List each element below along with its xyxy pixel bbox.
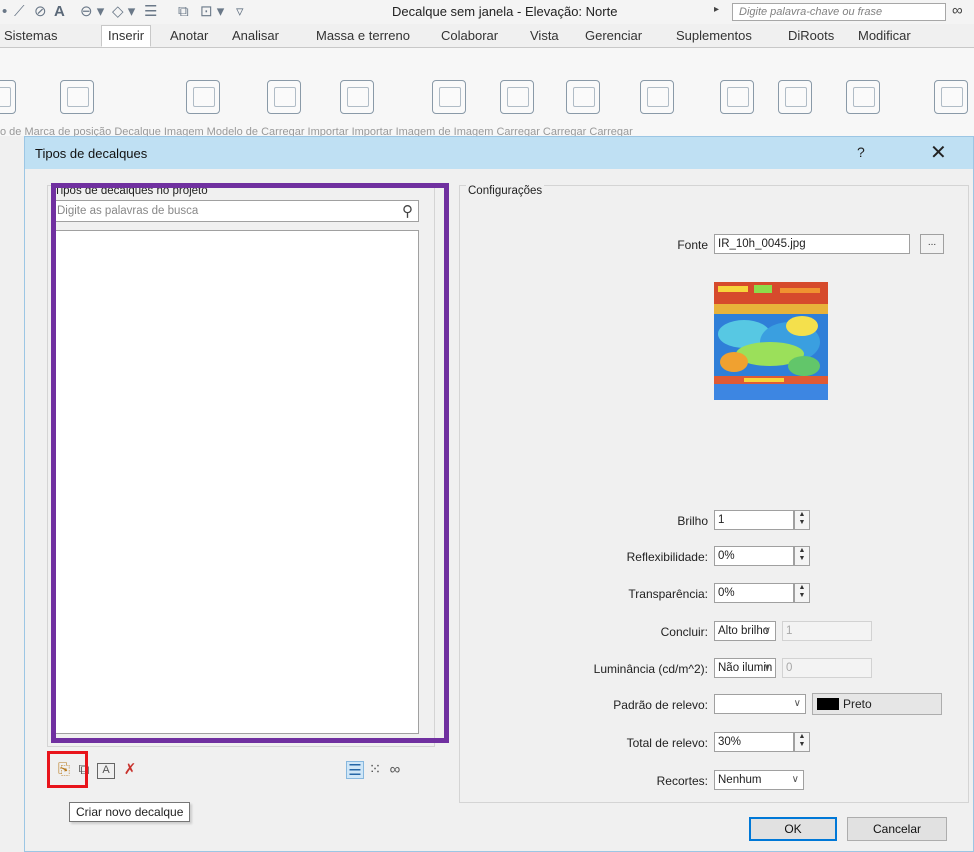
bump-amount-spinner[interactable]: ▲ ▼: [794, 732, 810, 752]
image-icon[interactable]: [267, 80, 301, 114]
finish-number-field: 1: [782, 621, 872, 641]
decal-icon[interactable]: [186, 80, 220, 114]
brightness-field[interactable]: 1: [714, 510, 794, 530]
luminance-label: Luminância (cd/m^2):: [593, 662, 708, 676]
cancel-button[interactable]: Cancelar: [847, 817, 947, 841]
finish-label: Concluir:: [660, 625, 708, 639]
transparency-spinner[interactable]: ▲ ▼: [794, 583, 810, 603]
tab-anotar[interactable]: Anotar: [170, 26, 208, 46]
tab-suplementos[interactable]: Suplementos: [676, 26, 752, 46]
luminance-select[interactable]: Não ilumin ∨: [714, 658, 776, 678]
source-label: Fonte: [677, 238, 708, 252]
browse-button[interactable]: ...: [920, 234, 944, 254]
tab-inserir[interactable]: Inserir: [101, 25, 152, 47]
decal-types-dialog: Tipos de decalques ? ✕ Tipos de decalque…: [24, 136, 974, 852]
list-view-icon[interactable]: ☰: [346, 761, 364, 779]
ribbon-tool-icon[interactable]: [0, 80, 16, 114]
chevron-down-icon: ∨: [763, 662, 771, 673]
color-swatch: [817, 698, 839, 710]
source-field[interactable]: IR_10h_0045.jpg: [714, 234, 910, 254]
switch-windows-icon[interactable]: ⊡ ▾: [200, 3, 224, 21]
bump-pattern-select[interactable]: ∨: [714, 694, 806, 714]
help-search-placeholder: Digite palavra-chave ou frase: [739, 6, 883, 18]
decal-placement-icon[interactable]: [60, 80, 94, 114]
help-button[interactable]: ?: [857, 144, 865, 160]
bump-amount-field[interactable]: 30%: [714, 732, 794, 752]
bump-pattern-label: Padrão de relevo:: [613, 698, 708, 712]
tab-gerenciar[interactable]: Gerenciar: [585, 26, 642, 46]
highlight-frame-purple: [51, 183, 449, 743]
brightness-label: Brilho: [677, 514, 708, 528]
small-icons-view-icon[interactable]: ⁙: [366, 761, 384, 779]
tab-sistemas[interactable]: Sistemas: [4, 26, 57, 46]
tab-vista[interactable]: Vista: [530, 26, 559, 46]
bump-amount-label: Total de relevo:: [626, 736, 708, 750]
import-pdf-icon[interactable]: [640, 80, 674, 114]
bump-color-name: Preto: [843, 697, 872, 711]
new-decal-tooltip: Criar novo decalque: [69, 802, 191, 822]
manage-images-icon[interactable]: [778, 80, 812, 114]
tab-colaborar[interactable]: Colaborar: [441, 26, 498, 46]
finish-value: Alto brilho: [718, 625, 770, 637]
load-as-group-icon[interactable]: [846, 80, 880, 114]
model-in-place-icon[interactable]: [340, 80, 374, 114]
search-expand-icon[interactable]: ▸: [714, 4, 719, 15]
3d-view-icon[interactable]: ⊖ ▾: [80, 3, 104, 21]
delete-icon[interactable]: ✗: [121, 761, 139, 779]
reflectivity-field[interactable]: 0%: [714, 546, 794, 566]
luminance-number-field: 0: [782, 658, 872, 678]
highlight-frame-red: [47, 751, 88, 788]
tab-modificar[interactable]: Modificar: [858, 26, 911, 46]
document-title: Decalque sem janela - Elevação: Norte: [392, 4, 618, 19]
tab-analisar[interactable]: Analisar: [232, 26, 279, 46]
bump-color-button[interactable]: Preto: [812, 693, 942, 715]
text-icon[interactable]: A: [54, 3, 65, 21]
settings-caption: Configurações: [466, 185, 545, 197]
ribbon-panel: o de Marca de posição Decalque Imagem Mo…: [0, 48, 974, 138]
decal-preview-image: [714, 282, 828, 400]
load-autodesk-family-icon[interactable]: [934, 80, 968, 114]
dialog-titlebar[interactable]: Tipos de decalques ? ✕: [25, 137, 973, 169]
reflectivity-spinner[interactable]: ▲ ▼: [794, 546, 810, 566]
dialog-title: Tipos de decalques: [35, 146, 148, 161]
ok-button[interactable]: OK: [749, 817, 837, 841]
binoculars-icon[interactable]: ∞: [952, 2, 963, 19]
cutouts-value: Nenhum: [718, 774, 762, 786]
cutouts-label: Recortes:: [656, 774, 708, 788]
chevron-down-icon: ∨: [791, 774, 799, 785]
settings-group: Configurações Fonte IR_10h_0045.jpg ... …: [459, 185, 969, 803]
close-button[interactable]: ✕: [930, 140, 947, 165]
finish-select[interactable]: Alto brilho ∨: [714, 621, 776, 641]
brightness-spinner[interactable]: ▲ ▼: [794, 510, 810, 530]
transparency-field[interactable]: 0%: [714, 583, 794, 603]
load-family-icon[interactable]: [432, 80, 466, 114]
import-cad-icon[interactable]: [500, 80, 534, 114]
dimension-icon[interactable]: ⊘: [34, 3, 47, 21]
cutouts-select[interactable]: Nenhum ∨: [714, 770, 804, 790]
reflectivity-label: Reflexibilidade:: [626, 550, 708, 564]
chevron-down-icon: ∨: [763, 625, 771, 636]
tab-diroots[interactable]: DiRoots: [788, 26, 834, 46]
dropdown-arrow-icon[interactable]: •: [2, 3, 7, 21]
ribbon-tabs: Sistemas Inserir Anotar Analisar Massa e…: [0, 24, 974, 48]
import-gbxml-icon[interactable]: [566, 80, 600, 114]
transparency-label: Transparência:: [628, 587, 708, 601]
close-hidden-icon[interactable]: ⧉: [178, 3, 189, 21]
thin-lines-icon[interactable]: ☰: [144, 3, 157, 21]
section-icon[interactable]: ◇ ▾: [112, 3, 135, 21]
measure-icon[interactable]: ⟋: [14, 3, 25, 21]
large-icons-view-icon[interactable]: ∞: [386, 761, 404, 779]
customize-toolbar-icon[interactable]: ▿: [236, 3, 244, 21]
chevron-down-icon: ∨: [793, 698, 801, 709]
help-search-input[interactable]: Digite palavra-chave ou frase: [732, 3, 946, 21]
rename-icon[interactable]: A: [97, 763, 115, 779]
tab-massa-e-terreno[interactable]: Massa e terreno: [316, 26, 410, 46]
import-image-icon[interactable]: [720, 80, 754, 114]
